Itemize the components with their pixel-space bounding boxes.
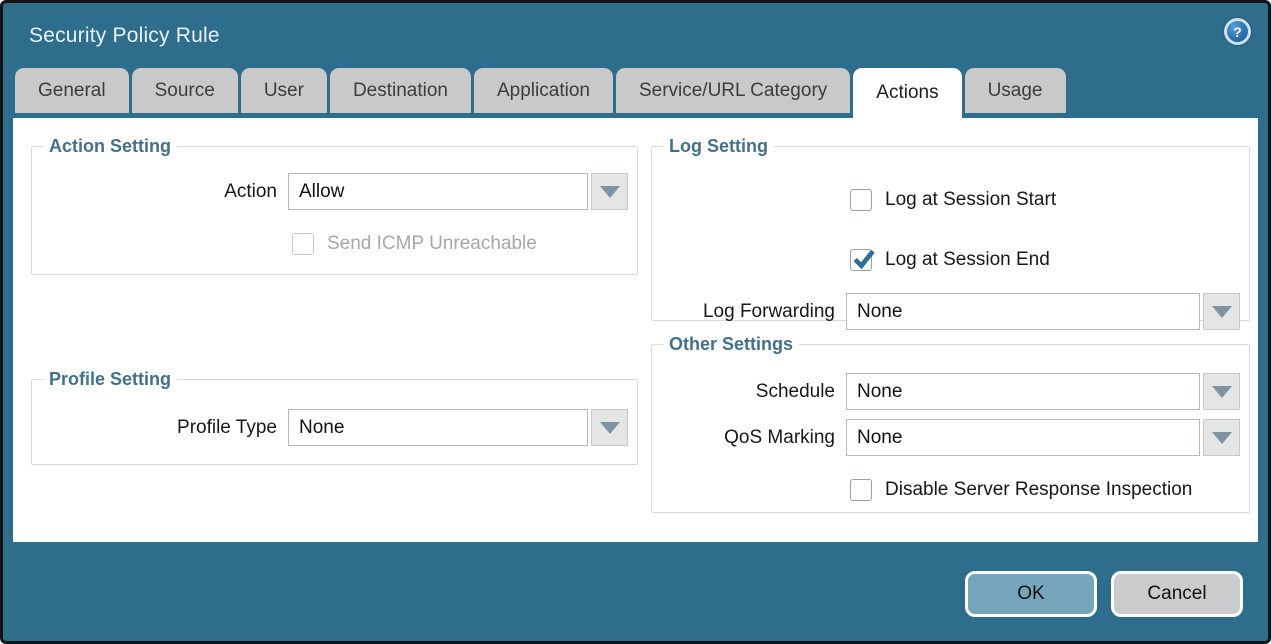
log-at-session-end-label: Log at Session End: [885, 249, 1050, 271]
other-settings-section: Other Settings Schedule None QoS Marking…: [651, 334, 1250, 513]
disable-server-response-inspection-label: Disable Server Response Inspection: [885, 479, 1192, 501]
help-icon[interactable]: ?: [1224, 18, 1251, 45]
qos-marking-select-value[interactable]: None: [846, 419, 1200, 456]
profile-type-select: None: [288, 409, 628, 446]
tab-service-url-category[interactable]: Service/URL Category: [616, 68, 850, 113]
log-forwarding-select-value[interactable]: None: [846, 293, 1200, 330]
schedule-label: Schedule: [652, 381, 846, 403]
log-setting-legend: Log Setting: [663, 136, 774, 157]
tab-content-panel: Action Setting Action Allow Send ICMP Un…: [13, 118, 1258, 542]
qos-marking-row: QoS Marking None: [652, 419, 1249, 456]
profile-type-label: Profile Type: [32, 417, 288, 439]
log-session-end-row: Log at Session End: [652, 241, 1249, 278]
send-icmp-checkline: Send ICMP Unreachable: [288, 225, 632, 262]
send-icmp-row: Send ICMP Unreachable: [32, 225, 637, 262]
action-label: Action: [32, 181, 288, 203]
qos-marking-label: QoS Marking: [652, 427, 846, 449]
cancel-button[interactable]: Cancel: [1111, 571, 1243, 617]
profile-setting-section: Profile Setting Profile Type None: [31, 369, 638, 465]
log-at-session-start-label: Log at Session Start: [885, 189, 1056, 211]
chevron-down-icon: [600, 422, 620, 434]
chevron-down-icon: [1212, 306, 1232, 318]
action-setting-section: Action Setting Action Allow Send ICMP Un…: [31, 136, 638, 275]
action-select-value[interactable]: Allow: [288, 173, 588, 210]
log-forwarding-select: None: [846, 293, 1240, 330]
titlebar: Security Policy Rule ?: [3, 3, 1268, 68]
action-setting-legend: Action Setting: [43, 136, 177, 157]
log-forwarding-label: Log Forwarding: [652, 301, 846, 323]
chevron-down-icon: [1212, 432, 1232, 444]
log-at-session-end-checkbox[interactable]: [850, 249, 872, 271]
action-row: Action Allow: [32, 173, 637, 210]
chevron-down-icon: [600, 186, 620, 198]
qos-marking-select-dropdown-button[interactable]: [1203, 419, 1240, 456]
tab-usage[interactable]: Usage: [965, 68, 1066, 113]
tab-destination[interactable]: Destination: [330, 68, 471, 113]
tab-general[interactable]: General: [15, 68, 129, 113]
schedule-select-value[interactable]: None: [846, 373, 1200, 410]
send-icmp-unreachable-label: Send ICMP Unreachable: [327, 233, 537, 255]
schedule-select: None: [846, 373, 1240, 410]
schedule-row: Schedule None: [652, 373, 1249, 410]
qos-marking-select: None: [846, 419, 1240, 456]
log-session-end-checkline: Log at Session End: [846, 241, 1244, 278]
action-select-dropdown-button[interactable]: [591, 173, 628, 210]
send-icmp-unreachable-checkbox[interactable]: [292, 233, 314, 255]
profile-type-row: Profile Type None: [32, 409, 637, 446]
question-mark-glyph: ?: [1227, 21, 1248, 42]
profile-type-select-value[interactable]: None: [288, 409, 588, 446]
tab-bar: General Source User Destination Applicat…: [3, 68, 1268, 118]
log-setting-section: Log Setting Log at Session Start Log at …: [651, 136, 1250, 321]
tab-actions[interactable]: Actions: [853, 68, 961, 118]
other-settings-legend: Other Settings: [663, 334, 799, 355]
profile-setting-legend: Profile Setting: [43, 369, 177, 390]
disable-server-response-inspection-checkbox[interactable]: [850, 479, 872, 501]
ok-button[interactable]: OK: [965, 571, 1097, 617]
schedule-select-dropdown-button[interactable]: [1203, 373, 1240, 410]
log-forwarding-select-dropdown-button[interactable]: [1203, 293, 1240, 330]
chevron-down-icon: [1212, 386, 1232, 398]
action-select: Allow: [288, 173, 628, 210]
dsri-row: Disable Server Response Inspection: [652, 471, 1249, 508]
check-icon: [851, 246, 876, 273]
log-forwarding-row: Log Forwarding None: [652, 293, 1249, 330]
log-at-session-start-checkbox[interactable]: [850, 189, 872, 211]
dsri-checkline: Disable Server Response Inspection: [846, 471, 1244, 508]
tab-source[interactable]: Source: [132, 68, 238, 113]
log-session-start-checkline: Log at Session Start: [846, 181, 1244, 218]
dialog-footer: OK Cancel: [3, 545, 1268, 641]
profile-type-select-dropdown-button[interactable]: [591, 409, 628, 446]
tab-user[interactable]: User: [241, 68, 327, 113]
tab-application[interactable]: Application: [474, 68, 613, 113]
security-policy-rule-dialog: Security Policy Rule ? General Source Us…: [0, 0, 1271, 644]
log-session-start-row: Log at Session Start: [652, 181, 1249, 218]
dialog-title: Security Policy Rule: [29, 24, 220, 48]
